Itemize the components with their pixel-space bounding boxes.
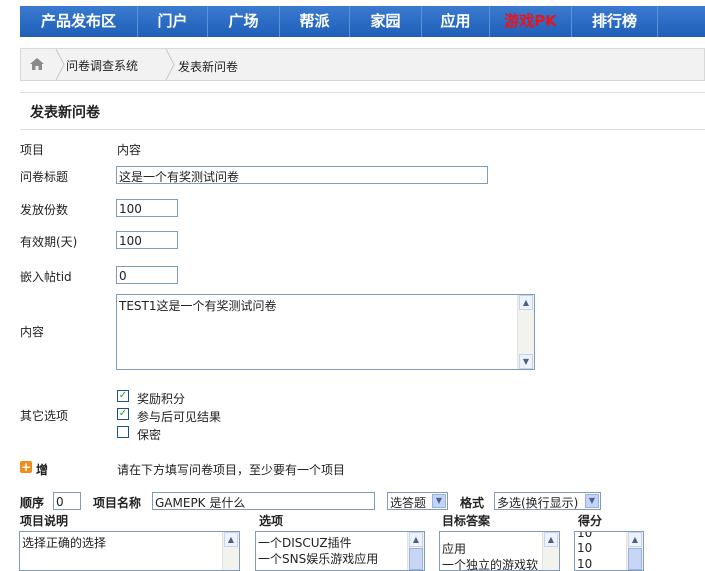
show-results-checkbox[interactable]: ✓ — [117, 408, 129, 420]
nav-item[interactable]: 家园 — [350, 6, 422, 37]
add-icon[interactable]: + — [20, 461, 32, 473]
nav-item[interactable]: 排行榜 — [572, 6, 658, 37]
nav-item[interactable]: 广场 — [208, 6, 280, 37]
page-title: 发表新问卷 — [20, 92, 705, 130]
title-input[interactable] — [116, 166, 488, 184]
nav-item[interactable]: 游戏PK — [490, 6, 572, 37]
reward-points-checkbox[interactable]: ✓ — [117, 390, 129, 402]
scroll-up-icon[interactable]: ▲ — [519, 295, 533, 310]
breadcrumb-separator-icon — [55, 49, 65, 80]
top-nav: 产品发布区 门户 广场 帮派 家园 应用 游戏PK 排行榜 — [20, 6, 705, 37]
nav-item[interactable]: 应用 — [422, 6, 490, 37]
score-line: 10 — [577, 531, 593, 540]
option-line: 一个SNS娱乐游戏应用 — [258, 552, 379, 566]
options-scrollbar[interactable]: ▲ — [407, 532, 424, 570]
breadcrumb: 问卷调查系统 发表新问卷 — [20, 48, 705, 81]
content-label: 内容 — [20, 325, 45, 339]
scroll-down-icon[interactable]: ▼ — [519, 354, 533, 369]
format-select[interactable]: 多选(换行显示) ▼ — [494, 492, 601, 510]
breadcrumb-separator-icon — [165, 49, 175, 80]
add-hint: 请在下方填写问卷项目，至少要有一个项目 — [117, 463, 346, 477]
scroll-up-icon[interactable]: ▲ — [544, 532, 558, 547]
tid-input[interactable] — [116, 266, 178, 284]
target-answer-label: 目标答案 — [442, 514, 491, 528]
header-item-label: 项目 — [20, 143, 45, 157]
chevron-down-icon[interactable]: ▼ — [585, 494, 599, 508]
tid-label: 嵌入帖tid — [20, 270, 72, 284]
format-value: 多选(换行显示) — [497, 496, 579, 510]
copies-label: 发放份数 — [20, 203, 69, 217]
desc-scrollbar[interactable]: ▲ — [222, 532, 239, 570]
title-label: 问卷标题 — [20, 170, 69, 184]
content-textarea[interactable]: TEST1这是一个有奖测试问卷 ▲ ▼ — [116, 294, 535, 370]
add-item-button[interactable]: 增 — [36, 461, 48, 478]
header-content-label: 内容 — [117, 143, 142, 157]
order-input[interactable] — [53, 492, 81, 510]
score-label: 得分 — [578, 514, 603, 528]
score-scrollbar[interactable]: ▲ — [626, 532, 643, 570]
breadcrumb-item-survey-system[interactable]: 问卷调查系统 — [66, 57, 138, 74]
options-textarea[interactable]: 一个DISCUZ插件 一个SNS娱乐游戏应用 ▲ — [255, 531, 425, 571]
confidential-label: 保密 — [137, 428, 162, 442]
confidential-checkbox[interactable] — [117, 426, 129, 438]
show-results-label: 参与后可见结果 — [137, 410, 222, 424]
validity-label: 有效期(天) — [20, 235, 78, 249]
content-scrollbar[interactable]: ▲ ▼ — [517, 295, 534, 369]
item-name-label: 项目名称 — [93, 496, 142, 510]
order-label: 顺序 — [20, 496, 45, 510]
question-type-value: 选答题 — [390, 496, 427, 510]
score-line: 10 — [577, 541, 593, 555]
copies-input[interactable] — [116, 199, 178, 217]
scroll-up-icon[interactable]: ▲ — [224, 532, 238, 547]
format-label: 格式 — [460, 496, 485, 510]
target-answer-textarea[interactable]: 应用 一个独立的游戏软 ▲ — [439, 531, 560, 571]
score-textarea[interactable]: 10 10 10 ▲ — [574, 531, 644, 571]
target-scrollbar[interactable]: ▲ — [542, 532, 559, 570]
other-options-label: 其它选项 — [20, 409, 69, 423]
target-line: 一个独立的游戏软 — [442, 558, 539, 571]
question-type-select[interactable]: 选答题 ▼ — [387, 492, 448, 510]
item-desc-textarea[interactable]: 选择正确的选择 ▲ — [19, 531, 240, 571]
breadcrumb-item-current: 发表新问卷 — [178, 60, 239, 74]
content-text: TEST1这是一个有奖测试问卷 — [119, 299, 277, 313]
option-line: 一个DISCUZ插件 — [258, 536, 352, 550]
scroll-thumb[interactable] — [409, 548, 423, 570]
scroll-up-icon[interactable]: ▲ — [628, 532, 642, 547]
item-name-input[interactable] — [152, 492, 375, 510]
scroll-up-icon[interactable]: ▲ — [409, 532, 423, 547]
validity-input[interactable] — [116, 231, 178, 249]
score-line: 10 — [577, 557, 593, 571]
home-icon[interactable] — [29, 57, 45, 71]
item-desc-label: 项目说明 — [20, 514, 69, 528]
nav-item[interactable]: 产品发布区 — [20, 6, 138, 37]
nav-item[interactable]: 门户 — [138, 6, 208, 37]
options-label: 选项 — [259, 514, 284, 528]
reward-points-label: 奖励积分 — [137, 392, 186, 406]
scroll-thumb[interactable] — [628, 548, 642, 570]
target-line: 应用 — [442, 542, 467, 556]
chevron-down-icon[interactable]: ▼ — [432, 494, 446, 508]
item-desc-text: 选择正确的选择 — [22, 536, 107, 550]
nav-item[interactable]: 帮派 — [280, 6, 350, 37]
